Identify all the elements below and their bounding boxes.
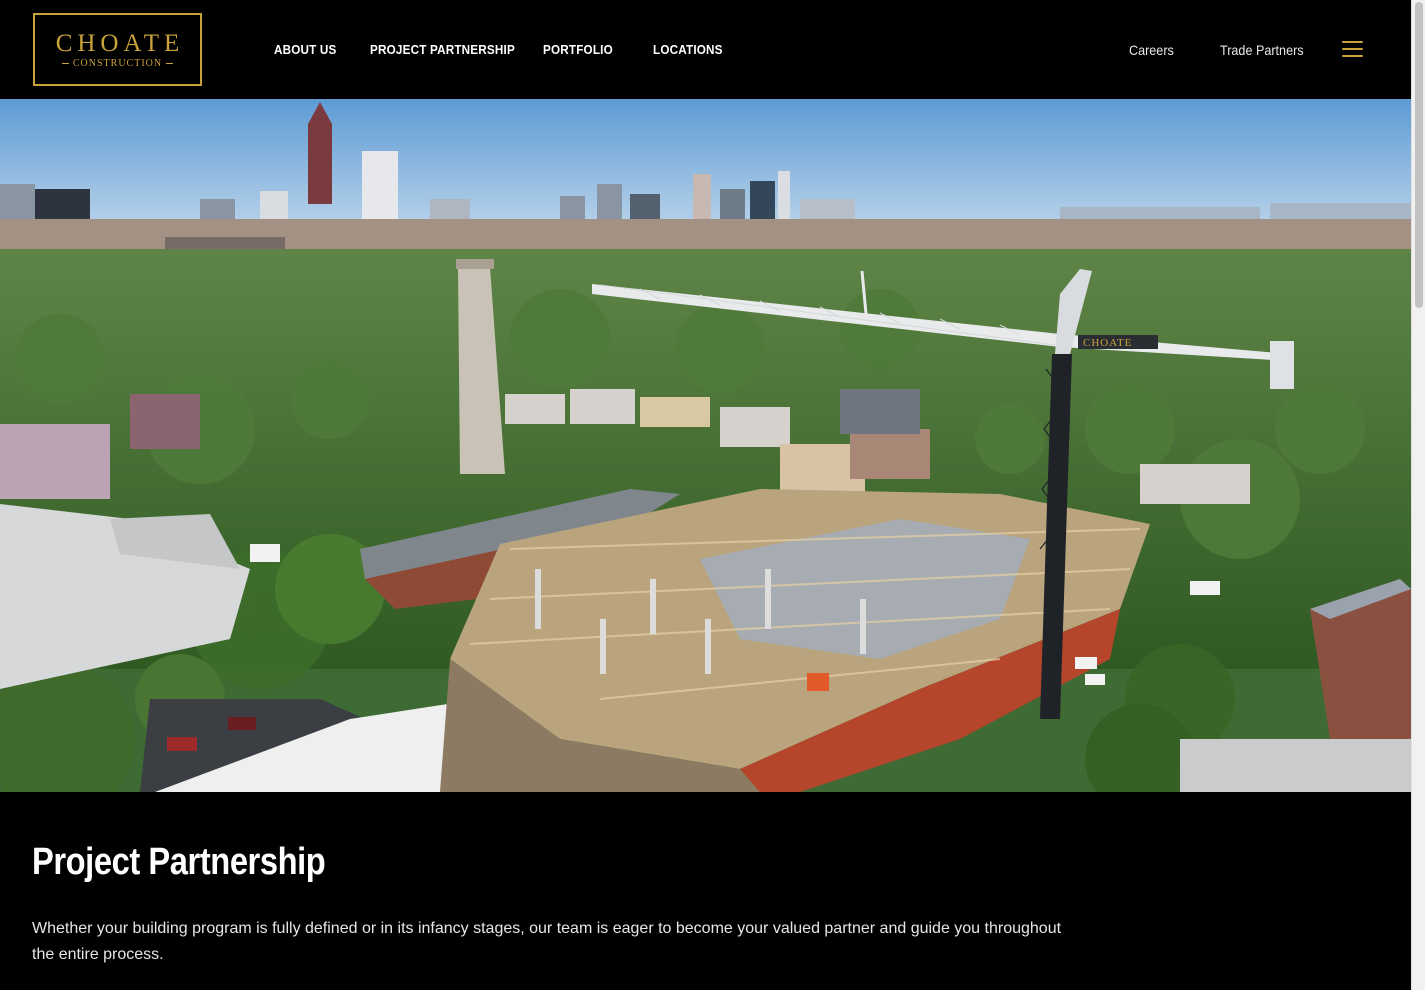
nav-project-partnership[interactable]: PROJECT PARTNERSHIP <box>370 40 515 60</box>
nav-careers[interactable]: Careers <box>1129 40 1174 60</box>
nav-trade-partners[interactable]: Trade Partners <box>1220 40 1304 60</box>
crane-sign: CHOATE <box>1083 337 1132 349</box>
page-scrollbar[interactable] <box>1411 0 1425 990</box>
logo-dash-right <box>166 63 174 64</box>
nav-portfolio[interactable]: PORTFOLIO <box>543 40 613 60</box>
content-section: Project Partnership Whether your buildin… <box>0 792 1411 990</box>
choate-logo[interactable]: CHOATE CONSTRUCTION <box>33 13 202 86</box>
intro-paragraph: Whether your building program is fully d… <box>32 920 1062 963</box>
nav-locations[interactable]: LOCATIONS <box>653 40 723 60</box>
hero-aerial-image: CHOATE <box>0 99 1411 792</box>
logo-dash-left <box>61 63 69 64</box>
construction-site-illustration: CHOATE <box>0 99 1411 792</box>
site-header: CHOATE CONSTRUCTION ABOUT US PROJECT PAR… <box>0 0 1411 99</box>
hamburger-menu-icon[interactable] <box>1342 40 1363 59</box>
logo-tagline: CONSTRUCTION <box>72 57 163 69</box>
nav-about-us[interactable]: ABOUT US <box>274 40 337 60</box>
page-title: Project Partnership <box>32 841 326 883</box>
scrollbar-thumb[interactable] <box>1415 2 1423 308</box>
logo-wordmark: CHOATE <box>55 29 185 57</box>
logo-tagline-row: CONSTRUCTION <box>61 57 174 70</box>
